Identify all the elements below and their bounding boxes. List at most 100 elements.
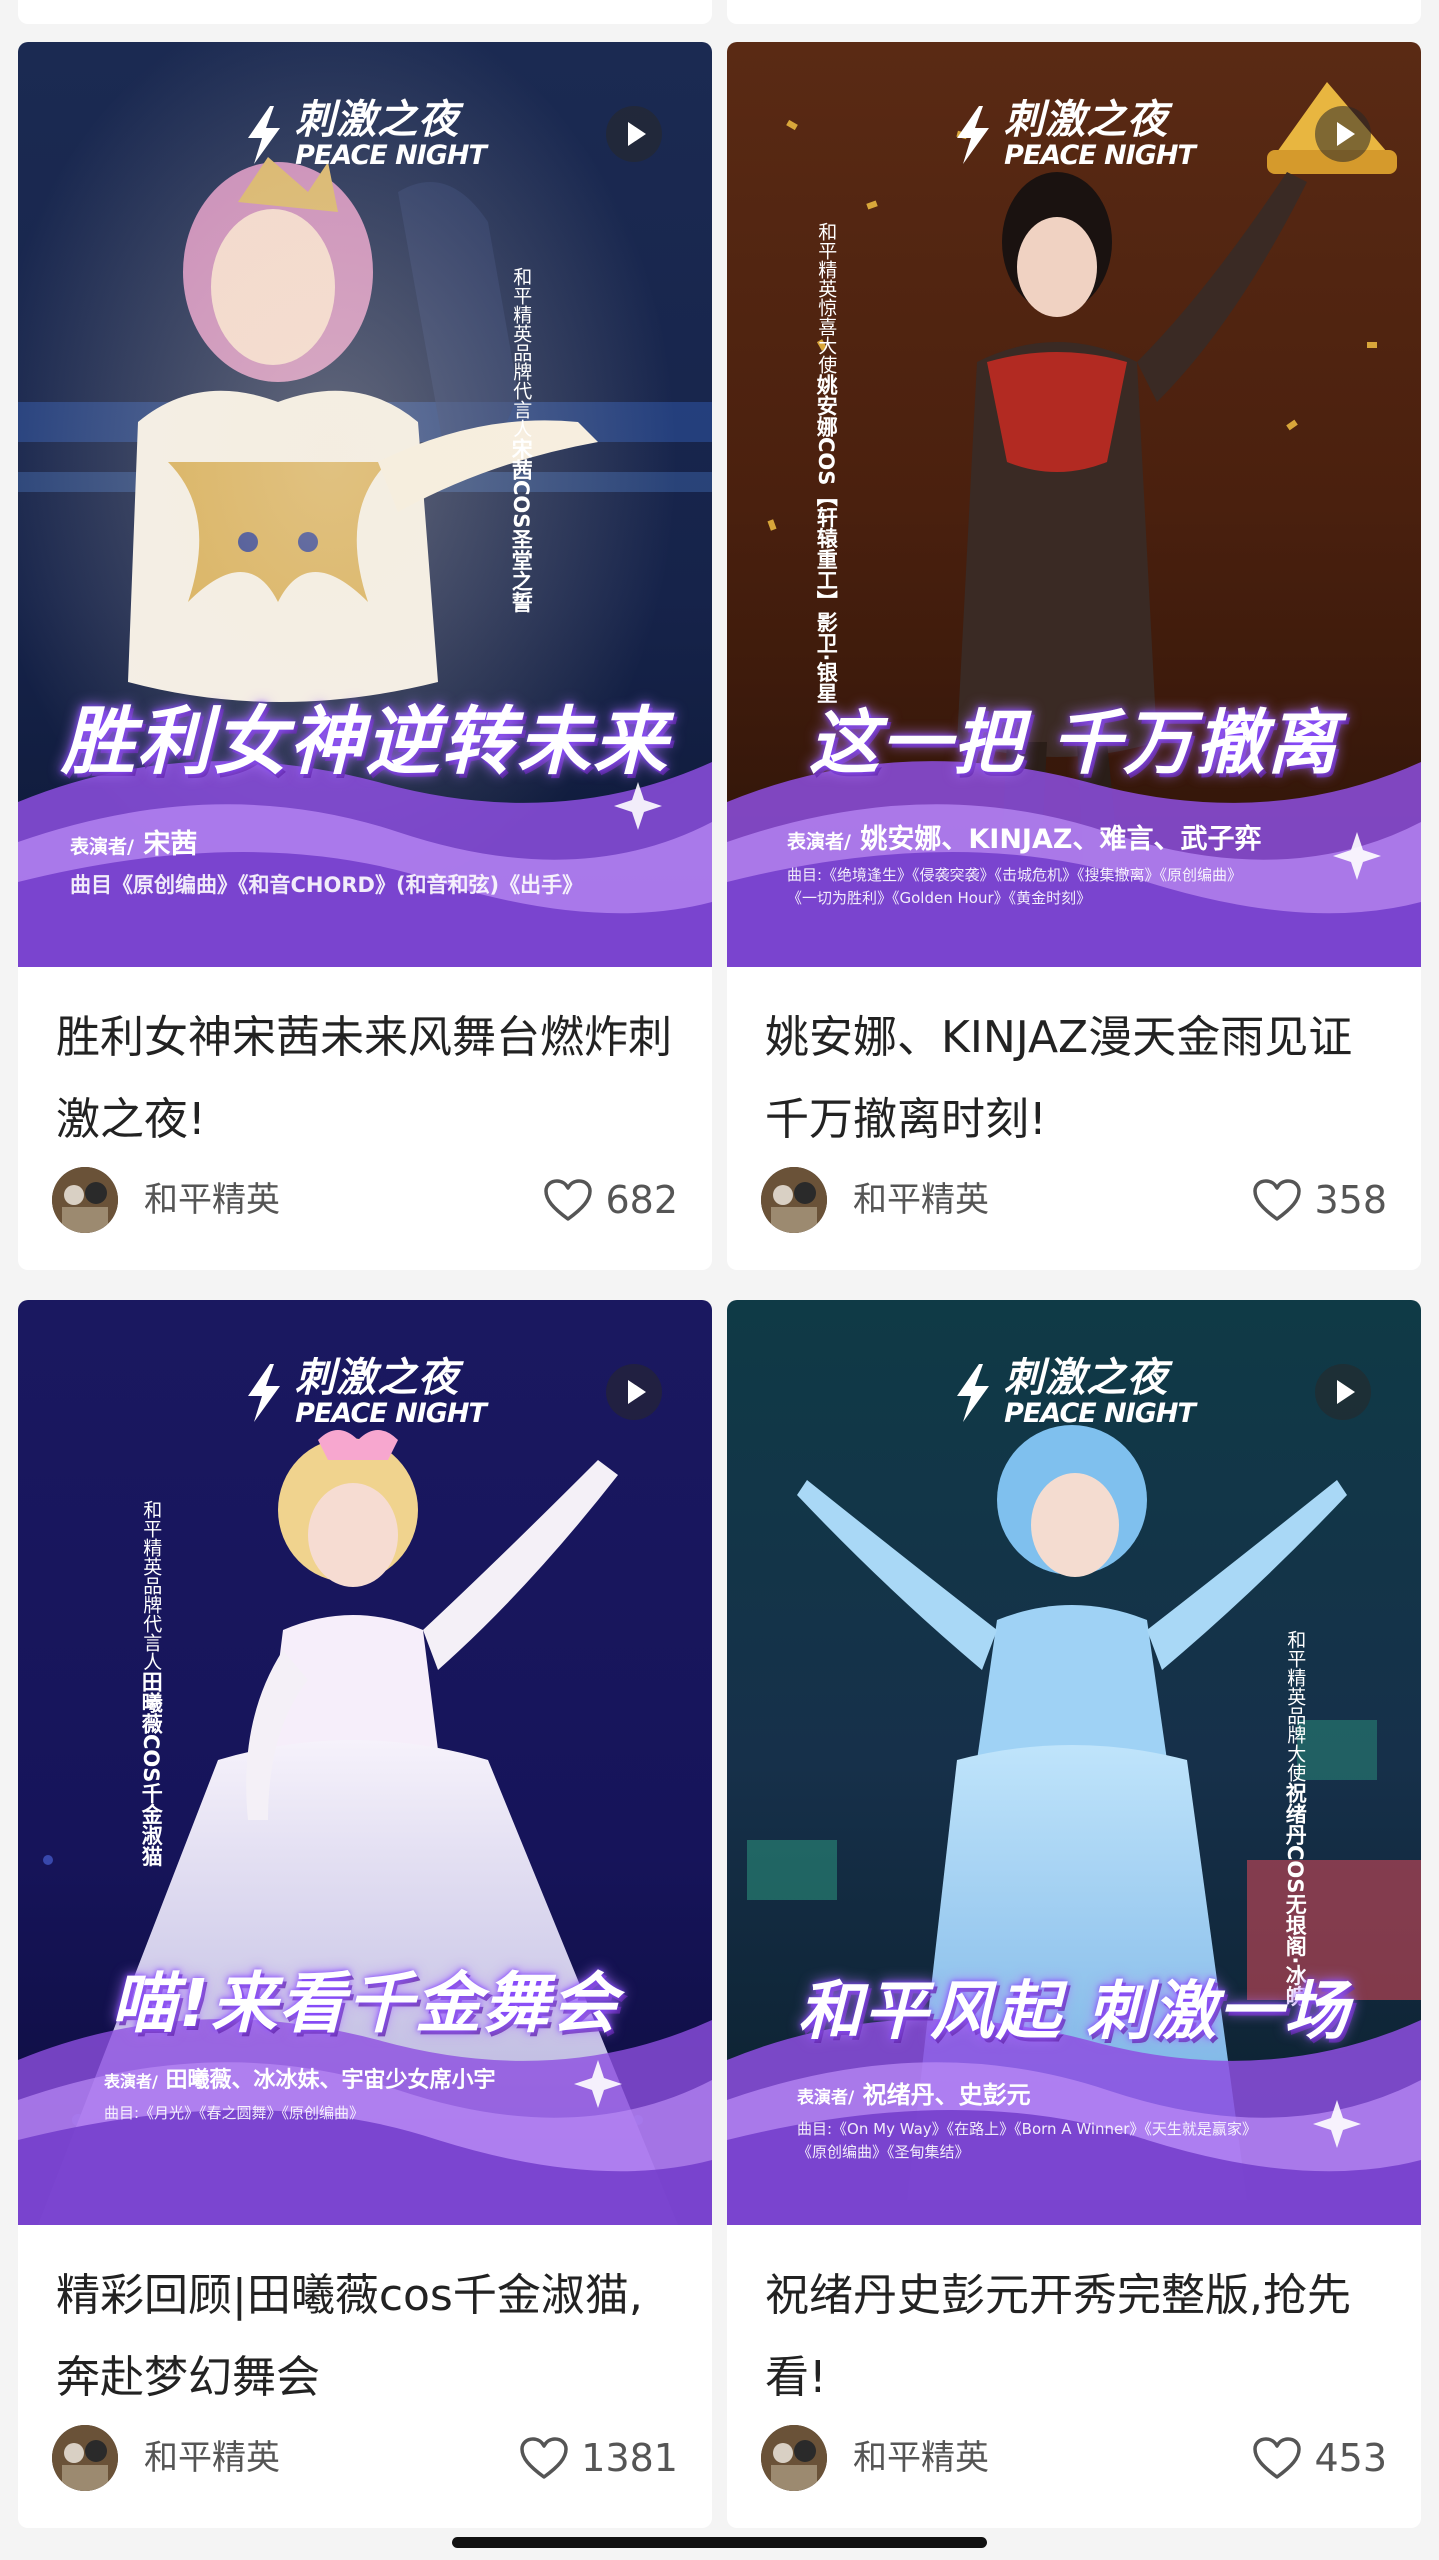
- author-name[interactable]: 和平精英: [853, 2425, 989, 2491]
- logo-english-text: PEACE NIGHT: [295, 140, 487, 171]
- lightning-bolt-icon: [248, 105, 281, 164]
- author-name[interactable]: 和平精英: [144, 1167, 280, 1233]
- post-card[interactable]: 刺激之夜 PEACE NIGHT 和平精英惊喜大使姚安娜COS【轩辕重工】影卫·…: [727, 42, 1421, 1270]
- author-row: 和平精英 453: [761, 2425, 1387, 2491]
- play-icon: [1337, 1380, 1355, 1404]
- songs-line: 曲目:《On My Way》《在路上》《Born A Winner》《天生就是赢…: [797, 2120, 1257, 2138]
- like-count: 358: [1314, 1178, 1387, 1222]
- heart-outline-icon: [1253, 1178, 1302, 1221]
- post-cover-image[interactable]: 刺激之夜 PEACE NIGHT 和平精英品牌大使祝绪丹COS无垠阁·冰魄 和平…: [727, 1300, 1421, 2225]
- author-name[interactable]: 和平精英: [853, 1167, 989, 1233]
- author-avatar-image: [52, 1167, 118, 1233]
- poster-headline: 喵!来看千金舞会: [110, 1965, 620, 2042]
- avatar[interactable]: [761, 1167, 827, 1233]
- ambassador-caption: 和平精英品牌代言人宋茜COS圣堂之誓: [508, 267, 533, 612]
- post-cover-image[interactable]: 刺激之夜 PEACE NIGHT 和平精英惊喜大使姚安娜COS【轩辕重工】影卫·…: [727, 42, 1421, 967]
- logo-english-text: PEACE NIGHT: [1004, 1398, 1196, 1429]
- lightning-bolt-icon: [248, 1363, 281, 1422]
- performers-line: 表演者/ 祝绪丹、史彭元: [797, 2075, 1417, 2110]
- ambassador-role: 和平精英品牌代言人: [510, 267, 533, 438]
- heart-outline-icon: [544, 1178, 593, 1221]
- like-button[interactable]: 682: [543, 1167, 678, 1233]
- poster-headline: 这一把 千万撤离: [808, 702, 1340, 784]
- songs-line-2: 《原创编曲》《圣甸集结》: [797, 2143, 970, 2162]
- performers-line: 表演者/ 姚安娜、KINJAZ、难言、武子弈: [787, 817, 1407, 856]
- previous-cards-edge: [0, 0, 1439, 24]
- like-count: 453: [1314, 2436, 1387, 2480]
- performers-names: 宋茜: [143, 829, 198, 860]
- ambassador-name: 宋茜COS圣堂之誓: [509, 438, 534, 613]
- logo-english-text: PEACE NIGHT: [1004, 140, 1196, 171]
- performance-credits: 表演者/ 姚安娜、KINJAZ、难言、武子弈 曲目:《绝境逢生》《侵袭突袭》《击…: [787, 817, 1407, 911]
- post-title[interactable]: 胜利女神宋茜未来风舞台燃炸刺激之夜!: [56, 997, 676, 1161]
- avatar[interactable]: [52, 2425, 118, 2491]
- like-count: 682: [605, 1178, 678, 1222]
- ambassador-caption: 和平精英品牌大使祝绪丹COS无垠阁·冰魄: [1282, 1630, 1307, 2006]
- author-avatar-image: [52, 2425, 118, 2491]
- songs-line: 曲目:《月光》《春之圆舞》《原创编曲》: [104, 2104, 365, 2122]
- post-card[interactable]: 刺激之夜 PEACE NIGHT 和平精英品牌大使祝绪丹COS无垠阁·冰魄 和平…: [727, 1300, 1421, 2528]
- post-card[interactable]: 刺激之夜 PEACE NIGHT 和平精英品牌代言人宋茜COS圣堂之誓 胜利女神…: [18, 42, 712, 1270]
- ambassador-role: 和平精英惊喜大使: [815, 222, 838, 374]
- performers-names: 姚安娜、KINJAZ、难言、武子弈: [860, 824, 1262, 855]
- performers-label: 表演者/: [797, 2088, 855, 2108]
- play-button[interactable]: [1315, 1364, 1371, 1420]
- post-card[interactable]: 刺激之夜 PEACE NIGHT 和平精英品牌代言人田曦薇COS千金淑猫 喵!来…: [18, 1300, 712, 2528]
- author-row: 和平精英 358: [761, 1167, 1387, 1233]
- performers-names: 田曦薇、冰冰妹、宇宙少女席小宇: [165, 2068, 496, 2093]
- performers-names: 祝绪丹、史彭元: [862, 2081, 1031, 2109]
- ambassador-caption: 和平精英品牌代言人田曦薇COS千金淑猫: [138, 1500, 163, 1866]
- logo-chinese-text: 刺激之夜: [295, 1355, 460, 1401]
- previous-card-right-edge: [727, 0, 1421, 24]
- home-indicator[interactable]: [452, 2537, 987, 2548]
- performers-label: 表演者/: [104, 2072, 158, 2091]
- post-cover-image[interactable]: 刺激之夜 PEACE NIGHT 和平精英品牌代言人田曦薇COS千金淑猫 喵!来…: [18, 1300, 712, 2225]
- post-cover-image[interactable]: 刺激之夜 PEACE NIGHT 和平精英品牌代言人宋茜COS圣堂之誓 胜利女神…: [18, 42, 712, 967]
- play-icon: [1337, 122, 1355, 146]
- author-row: 和平精英 1381: [52, 2425, 678, 2491]
- ambassador-role: 和平精英品牌代言人: [140, 1500, 163, 1671]
- songs-line-2: 《一切为胜利》《Golden Hour》《黄金时刻》: [787, 889, 1092, 908]
- performance-credits: 表演者/ 田曦薇、冰冰妹、宇宙少女席小宇 曲目:《月光》《春之圆舞》《原创编曲》: [104, 2062, 712, 2125]
- performers-line: 表演者/ 田曦薇、冰冰妹、宇宙少女席小宇: [104, 2062, 712, 2094]
- lightning-bolt-icon: [957, 1363, 990, 1422]
- logo-chinese-text: 刺激之夜: [295, 97, 460, 143]
- play-button[interactable]: [606, 106, 662, 162]
- performance-credits: 表演者/ 宋茜 曲目《原创编曲》《和音CHORD》(和音和弦)《出手》: [70, 822, 690, 902]
- performers-label: 表演者/: [787, 831, 851, 853]
- performers-label: 表演者/: [70, 836, 134, 858]
- post-title[interactable]: 姚安娜、KINJAZ漫天金雨见证千万撤离时刻!: [765, 997, 1385, 1161]
- post-title[interactable]: 祝绪丹史彭元开秀完整版,抢先看!: [765, 2255, 1385, 2419]
- play-icon: [628, 122, 646, 146]
- author-row: 和平精英 682: [52, 1167, 678, 1233]
- previous-card-left-edge: [18, 0, 712, 24]
- play-icon: [628, 1380, 646, 1404]
- logo-english-text: PEACE NIGHT: [295, 1398, 487, 1429]
- author-avatar-image: [761, 1167, 827, 1233]
- avatar[interactable]: [52, 1167, 118, 1233]
- play-button[interactable]: [1315, 106, 1371, 162]
- author-name[interactable]: 和平精英: [144, 2425, 280, 2491]
- post-title[interactable]: 精彩回顾|田曦薇cos千金淑猫,奔赴梦幻舞会: [56, 2255, 676, 2419]
- lightning-bolt-icon: [957, 105, 990, 164]
- logo-chinese-text: 刺激之夜: [1004, 97, 1169, 143]
- ambassador-name: 田曦薇COS千金淑猫: [139, 1671, 164, 1867]
- ambassador-name: 姚安娜COS【轩辕重工】影卫·银星: [814, 374, 839, 704]
- performers-line: 表演者/ 宋茜: [70, 822, 690, 861]
- like-button[interactable]: 358: [1252, 1167, 1387, 1233]
- heart-outline-icon: [520, 2436, 569, 2479]
- play-button[interactable]: [606, 1364, 662, 1420]
- avatar[interactable]: [761, 2425, 827, 2491]
- ambassador-role: 和平精英品牌大使: [1284, 1630, 1307, 1782]
- like-count: 1381: [581, 2436, 678, 2480]
- ambassador-caption: 和平精英惊喜大使姚安娜COS【轩辕重工】影卫·银星: [813, 222, 838, 703]
- performance-credits: 表演者/ 祝绪丹、史彭元 曲目:《On My Way》《在路上》《Born A …: [797, 2075, 1417, 2165]
- poster-headline: 和平风起 刺激一场: [797, 1975, 1351, 2049]
- logo-chinese-text: 刺激之夜: [1004, 1355, 1169, 1401]
- like-button[interactable]: 1381: [519, 2425, 678, 2491]
- like-button[interactable]: 453: [1252, 2425, 1387, 2491]
- author-avatar-image: [761, 2425, 827, 2491]
- songs-line: 曲目《原创编曲》《和音CHORD》(和音和弦)《出手》: [70, 873, 584, 897]
- songs-line: 曲目:《绝境逢生》《侵袭突袭》《击城危机》《搜集撤离》《原创编曲》: [787, 866, 1243, 884]
- heart-outline-icon: [1253, 2436, 1302, 2479]
